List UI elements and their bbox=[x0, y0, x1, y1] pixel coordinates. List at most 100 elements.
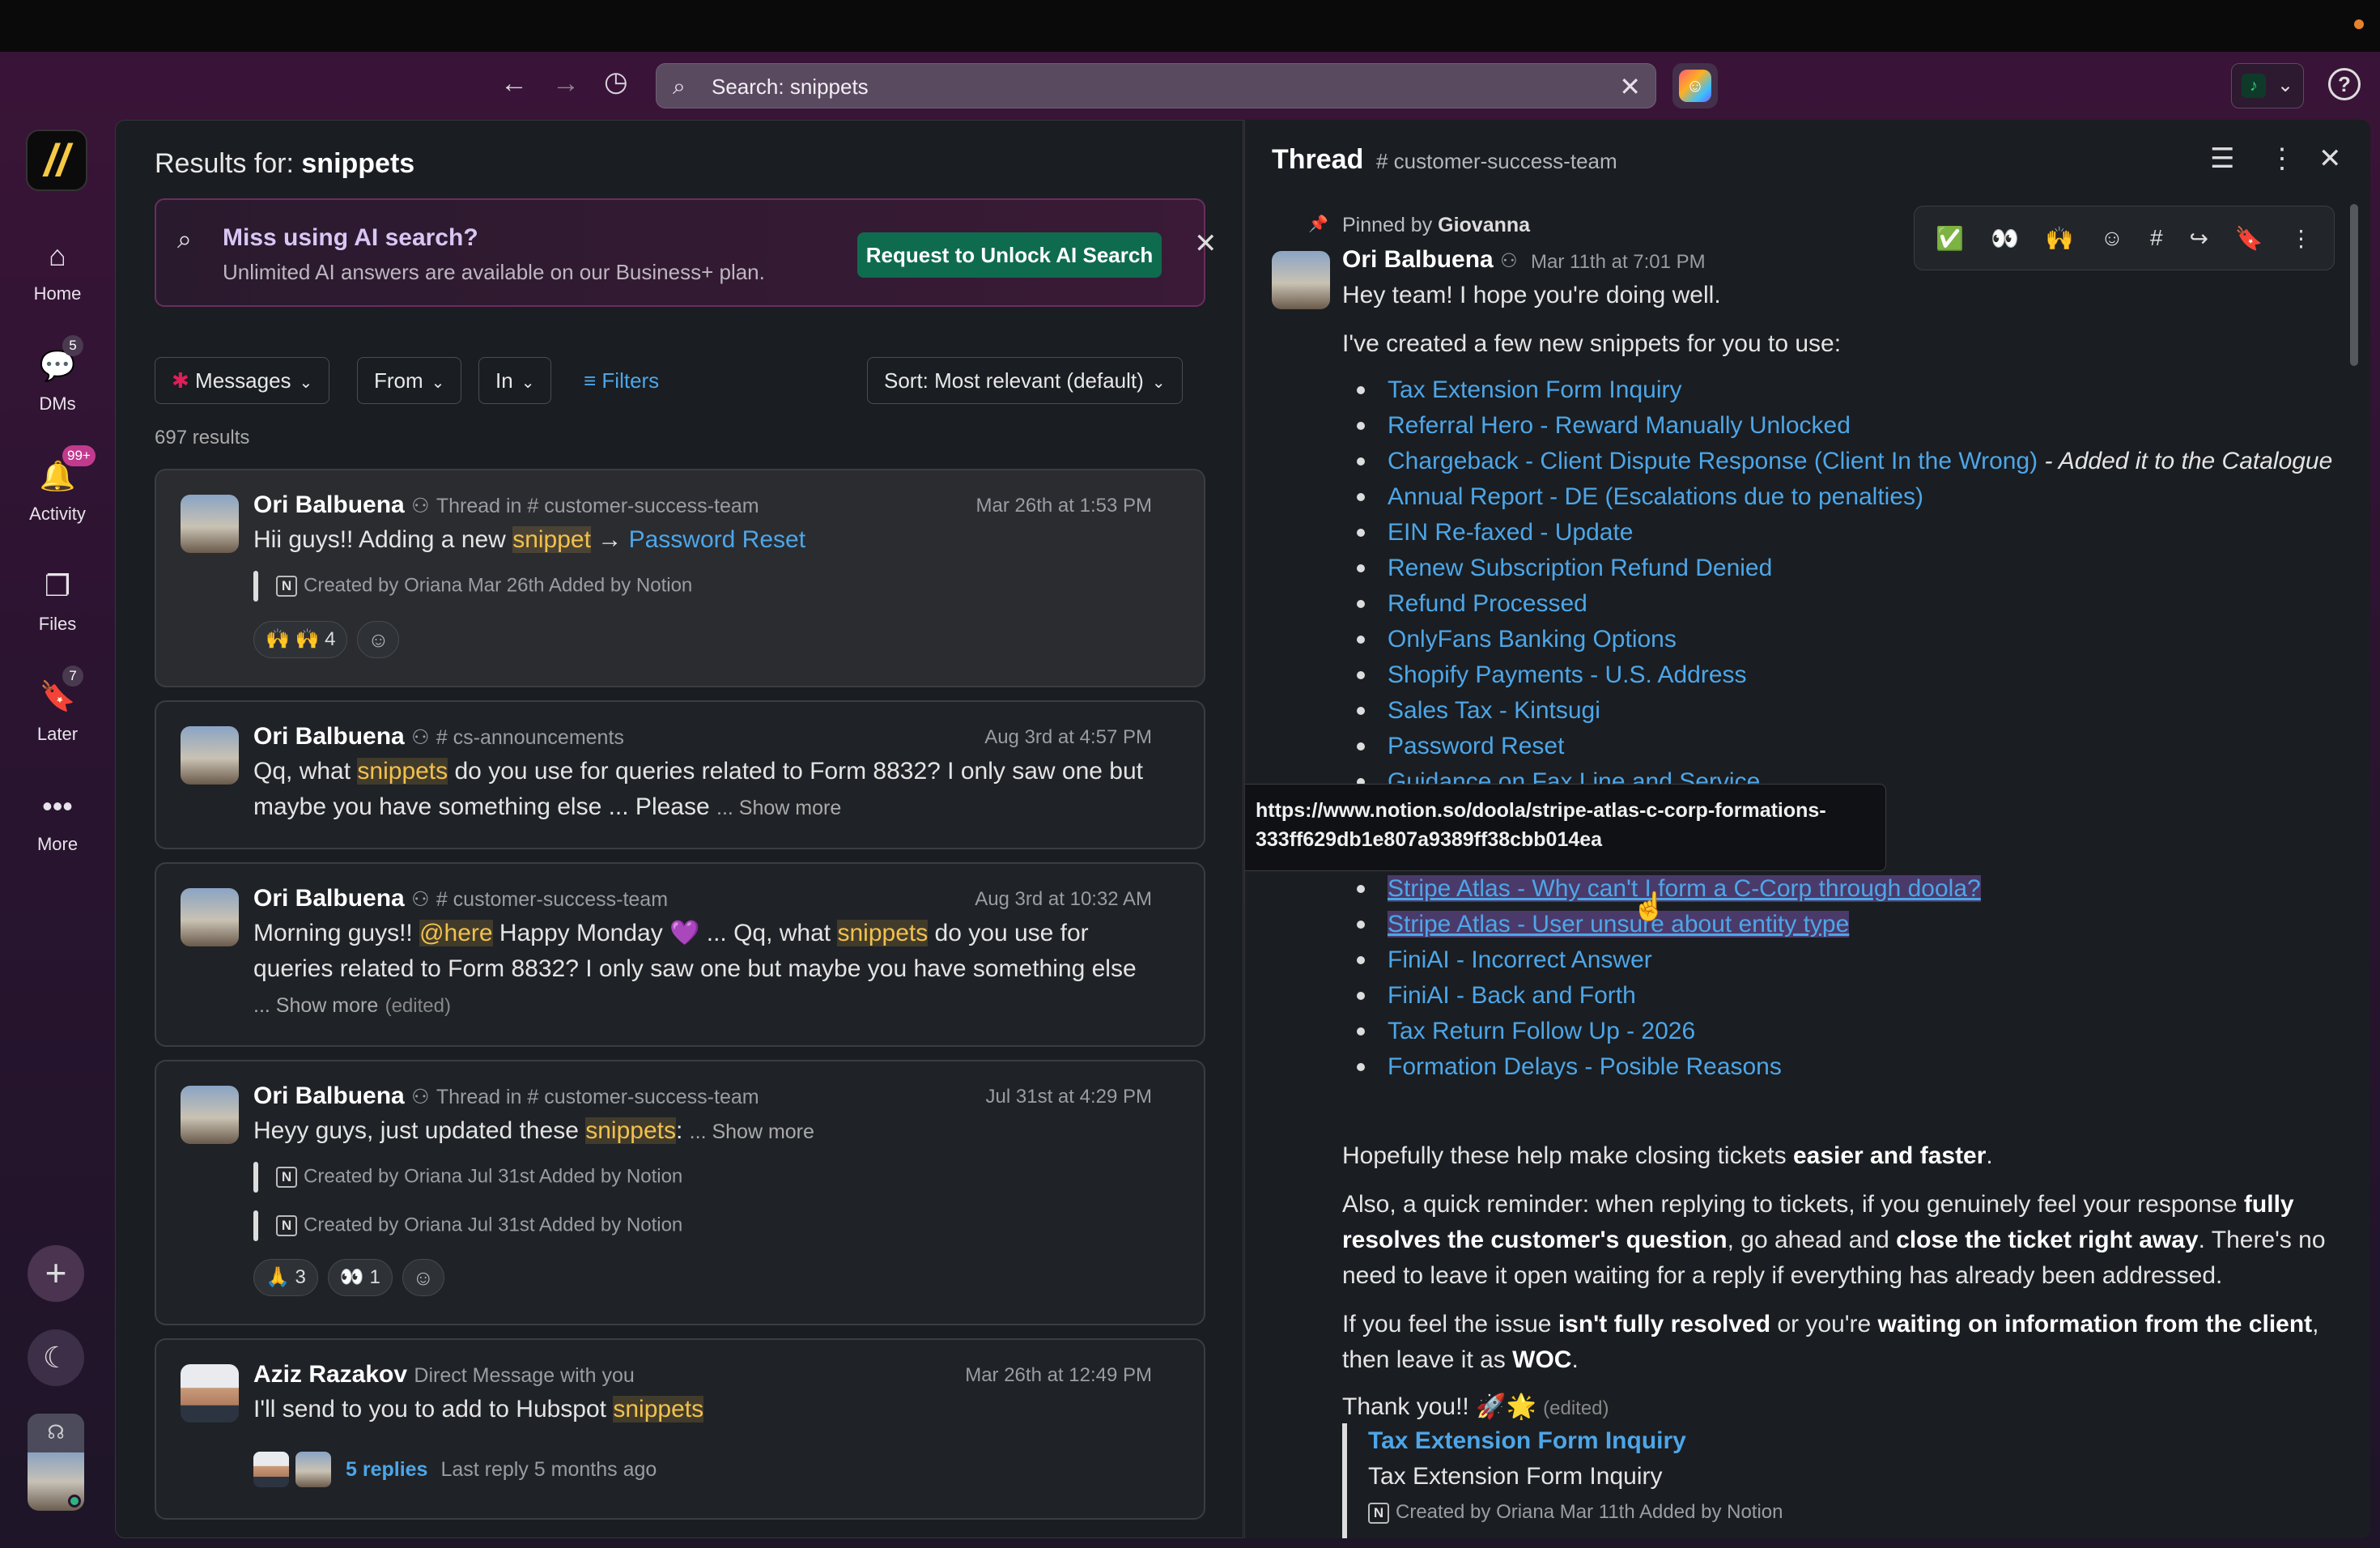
message-time[interactable]: Mar 26th at 1:53 PM bbox=[976, 495, 1152, 517]
reaction-thanks[interactable]: 🙏 3 bbox=[253, 1259, 318, 1296]
notion-attachment[interactable]: N Created by Oriana Mar 26th Added by Not… bbox=[253, 571, 692, 602]
filters-button[interactable]: ≡ Filters bbox=[584, 357, 659, 404]
password-reset-link[interactable]: Password Reset bbox=[629, 526, 805, 553]
rail-item-home[interactable]: ⌂ Home bbox=[0, 232, 115, 304]
unlock-ai-button[interactable]: Request to Unlock AI Search bbox=[857, 232, 1162, 278]
close-icon[interactable]: ✕ bbox=[1194, 228, 1218, 260]
eyes-reaction-icon[interactable]: 👀 bbox=[1991, 225, 2019, 252]
snippet-link[interactable]: FiniAI - Incorrect Answer bbox=[1388, 946, 1652, 973]
avatar[interactable] bbox=[181, 888, 239, 946]
clear-search-icon[interactable]: ✕ bbox=[1619, 71, 1641, 102]
snippet-link[interactable]: Annual Report - DE (Escalations due to p… bbox=[1388, 483, 1923, 510]
rail-item-later[interactable]: 🔖 7 Later bbox=[0, 666, 115, 745]
raised-hands-reaction-icon[interactable]: 🙌 bbox=[2046, 225, 2074, 252]
snippet-link-item[interactable]: Stripe Atlas - Why can't I form a C-Corp… bbox=[1342, 871, 2332, 907]
message-time[interactable]: Aug 3rd at 4:57 PM bbox=[984, 726, 1152, 749]
thread-scrollbar[interactable] bbox=[2350, 204, 2358, 366]
avatar[interactable] bbox=[181, 1364, 239, 1423]
forward-arrow-icon[interactable]: → bbox=[552, 70, 580, 97]
search-result-card[interactable]: Ori Balbuena ⚇ Thread in # customer-succ… bbox=[155, 469, 1205, 687]
snippet-link-item[interactable]: Shopify Payments - U.S. Address bbox=[1342, 657, 2332, 693]
snippet-link[interactable]: Stripe Atlas - User unsure about entity … bbox=[1388, 911, 1850, 938]
snippet-link[interactable]: Tax Extension Form Inquiry bbox=[1388, 376, 1681, 403]
thread-replies[interactable]: 5 replies Last reply 5 months ago bbox=[253, 1452, 657, 1487]
chevron-down-icon[interactable]: ⌄ bbox=[2277, 74, 2293, 97]
message-time[interactable]: Mar 11th at 7:01 PM bbox=[1531, 251, 1706, 274]
avatar[interactable] bbox=[1272, 251, 1330, 309]
rail-item-activity[interactable]: 🔔 99+ Activity bbox=[0, 445, 115, 525]
add-button[interactable]: + bbox=[28, 1245, 84, 1302]
notion-attachment[interactable]: N Created by Oriana Jul 31st Added by Not… bbox=[253, 1162, 682, 1193]
avatar[interactable] bbox=[181, 726, 239, 785]
search-result-card[interactable]: Ori Balbuena ⚇ Thread in # customer-succ… bbox=[155, 1060, 1205, 1325]
help-button[interactable]: ? bbox=[2328, 68, 2361, 100]
snippet-link[interactable]: Refund Processed bbox=[1388, 590, 1587, 617]
more-vertical-icon[interactable]: ⋮ bbox=[2268, 142, 2296, 175]
snippet-link[interactable]: Chargeback - Client Dispute Response (Cl… bbox=[1388, 448, 2038, 474]
more-vertical-icon[interactable]: ⋮ bbox=[2289, 225, 2312, 252]
snippet-link[interactable]: EIN Re-faxed - Update bbox=[1388, 519, 1633, 546]
snippet-link[interactable]: OnlyFans Banking Options bbox=[1388, 626, 1677, 653]
reaction-eyes[interactable]: 👀 1 bbox=[327, 1259, 393, 1296]
ai-assistant-button[interactable]: ☺ bbox=[1672, 63, 1718, 108]
rail-item-dms[interactable]: 💬 5 DMs bbox=[0, 335, 115, 415]
snippet-link-item[interactable]: Referral Hero - Reward Manually Unlocked bbox=[1342, 408, 2332, 444]
snippet-link[interactable]: Password Reset bbox=[1388, 733, 1564, 759]
snippet-link-item[interactable]: Password Reset bbox=[1342, 729, 2332, 764]
message-time[interactable]: Aug 3rd at 10:32 AM bbox=[975, 888, 1152, 911]
snippet-link[interactable]: FiniAI - Back and Forth bbox=[1388, 982, 1636, 1009]
snippet-link-item[interactable]: Formation Delays - Posible Reasons bbox=[1342, 1049, 2332, 1085]
bookmark-icon[interactable]: 🔖 bbox=[2235, 225, 2263, 252]
search-input[interactable]: ⌕ Search: snippets ✕ bbox=[656, 63, 1656, 108]
reaction-raised-hands[interactable]: 🙌 🙌 4 bbox=[253, 621, 348, 658]
replies-link[interactable]: 5 replies bbox=[346, 1458, 427, 1482]
snippet-link[interactable]: Formation Delays - Posible Reasons bbox=[1388, 1053, 1782, 1080]
attachment-title[interactable]: Tax Extension Form Inquiry bbox=[1368, 1423, 2314, 1459]
snippet-link-item[interactable]: Renew Subscription Refund Denied bbox=[1342, 551, 2332, 586]
show-more-link[interactable]: ... Show more bbox=[690, 1121, 814, 1143]
rail-item-files[interactable]: ❐ Files bbox=[0, 562, 115, 635]
snippet-link-item[interactable]: FiniAI - Incorrect Answer bbox=[1342, 942, 2332, 978]
notion-attachment[interactable]: N Created by Oriana Jul 31st Added by Not… bbox=[253, 1210, 682, 1241]
snippet-link-item[interactable]: Tax Extension Form Inquiry bbox=[1342, 372, 2332, 408]
checkmark-reaction-icon[interactable]: ✅ bbox=[1936, 225, 1964, 252]
show-more-link[interactable]: ... Show more bbox=[716, 797, 841, 819]
avatar[interactable] bbox=[181, 1086, 239, 1144]
thread-channel[interactable]: # customer-success-team bbox=[1376, 149, 1617, 174]
in-filter[interactable]: In ⌄ bbox=[478, 357, 552, 404]
avatar[interactable] bbox=[181, 495, 239, 553]
notion-attachment[interactable]: Tax Extension Form Inquiry Tax Extension… bbox=[1342, 1423, 2314, 1538]
snippet-link-item[interactable]: Annual Report - DE (Escalations due to p… bbox=[1342, 479, 2332, 515]
history-icon[interactable]: ◷ bbox=[604, 68, 628, 96]
from-filter[interactable]: From ⌄ bbox=[357, 357, 462, 404]
message-time[interactable]: Mar 26th at 12:49 PM bbox=[965, 1364, 1152, 1387]
show-more-link[interactable]: ... Show more bbox=[253, 994, 378, 1017]
theme-moon-icon[interactable]: ☾ bbox=[28, 1329, 84, 1386]
snippet-link-item[interactable]: Refund Processed bbox=[1342, 586, 2332, 622]
sort-dropdown[interactable]: Sort: Most relevant (default) ⌄ bbox=[867, 357, 1183, 404]
search-result-card[interactable]: Aziz Razakov Direct Message with you Mar… bbox=[155, 1338, 1205, 1520]
rail-item-more[interactable]: ••• More bbox=[0, 782, 115, 855]
back-arrow-icon[interactable]: ← bbox=[500, 70, 528, 97]
reply-in-channel-icon[interactable]: # bbox=[2150, 225, 2163, 251]
snippet-link-item[interactable]: Stripe Atlas - User unsure about entity … bbox=[1342, 907, 2332, 942]
user-avatar[interactable]: ☊ bbox=[28, 1414, 84, 1511]
add-reaction-icon[interactable]: ☺ bbox=[357, 621, 400, 658]
snippet-link-item[interactable]: Chargeback - Client Dispute Response (Cl… bbox=[1342, 444, 2332, 479]
huddle-button[interactable]: ♪ ⌄ bbox=[2231, 63, 2304, 108]
message-time[interactable]: Jul 31st at 4:29 PM bbox=[986, 1086, 1152, 1108]
search-result-card[interactable]: Ori Balbuena ⚇ # customer-success-team A… bbox=[155, 862, 1205, 1047]
thread-list-icon[interactable]: ☰ bbox=[2210, 142, 2234, 175]
snippet-link[interactable]: Referral Hero - Reward Manually Unlocked bbox=[1388, 412, 1851, 439]
snippet-link-item[interactable]: Sales Tax - Kintsugi bbox=[1342, 693, 2332, 729]
author-name[interactable]: Ori Balbuena ⚇ bbox=[1342, 246, 1518, 274]
add-reaction-icon[interactable]: ☺ bbox=[402, 1259, 444, 1296]
snippet-link-item[interactable]: EIN Re-faxed - Update bbox=[1342, 515, 2332, 551]
messages-filter[interactable]: ✱ Messages ⌄ bbox=[155, 357, 330, 404]
snippet-link[interactable]: Renew Subscription Refund Denied bbox=[1388, 555, 1772, 581]
snippet-link[interactable]: Stripe Atlas - Why can't I form a C-Corp… bbox=[1388, 875, 1981, 902]
share-icon[interactable]: ↪ bbox=[2189, 225, 2208, 252]
search-result-card[interactable]: Ori Balbuena ⚇ # cs-announcements Aug 3r… bbox=[155, 700, 1205, 849]
snippet-link-item[interactable]: Tax Return Follow Up - 2026 bbox=[1342, 1014, 2332, 1049]
snippet-link[interactable]: Sales Tax - Kintsugi bbox=[1388, 697, 1600, 724]
